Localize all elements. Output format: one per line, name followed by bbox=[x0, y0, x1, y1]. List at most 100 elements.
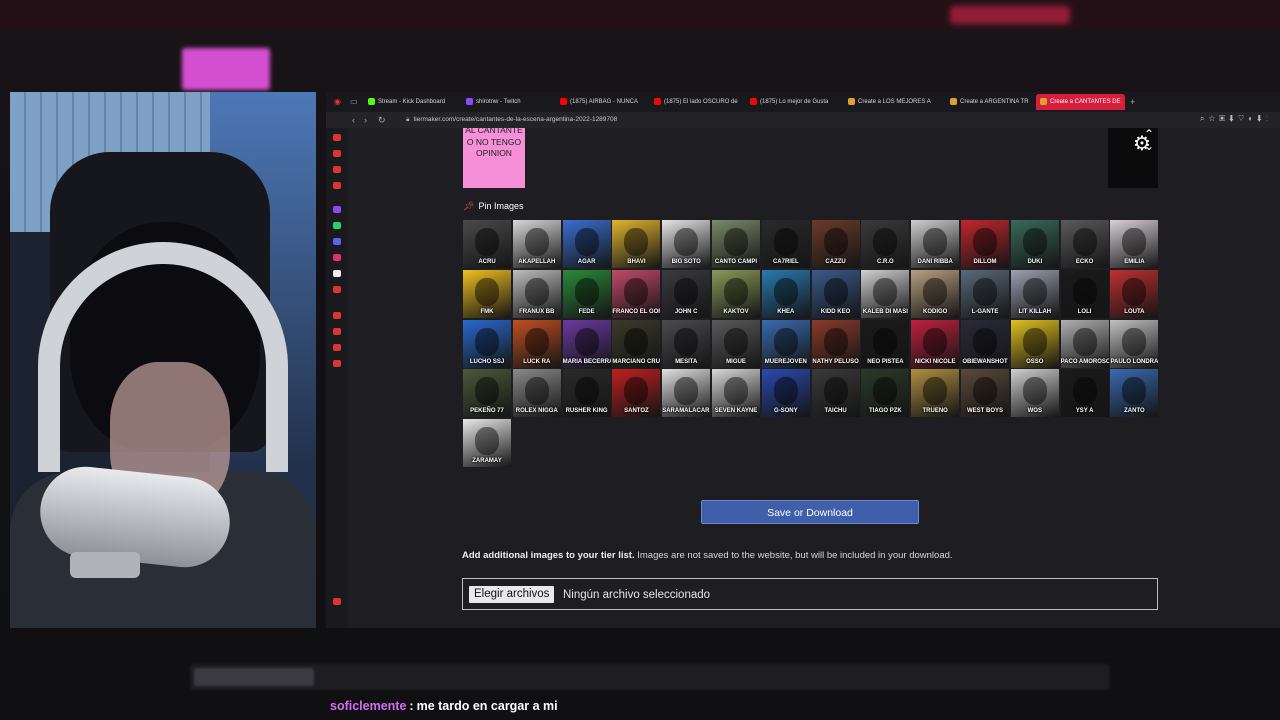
artist-tile[interactable]: G-SONY bbox=[761, 369, 810, 418]
tab-overview-icon[interactable]: ▭ bbox=[350, 94, 358, 110]
artist-tile[interactable]: MARCIANO CRUZ bbox=[612, 319, 661, 368]
artist-tile[interactable]: NATHY PELUSO bbox=[811, 319, 860, 368]
toolbar-icons[interactable]: ⌕☆▣⬇♡◐⬇⋮ bbox=[1200, 114, 1272, 124]
artist-tile[interactable]: NICKI NICOLE bbox=[911, 319, 960, 368]
sidebar-whatsapp-icon[interactable] bbox=[333, 222, 341, 229]
back-icon[interactable]: ‹ bbox=[352, 114, 355, 126]
artist-tile[interactable]: AKAPELLAH bbox=[512, 220, 561, 268]
artist-tile[interactable]: WEST BOYS bbox=[961, 369, 1009, 418]
artist-tile[interactable]: KIDD KEO bbox=[811, 269, 860, 318]
sidebar-settings-icon[interactable] bbox=[333, 312, 341, 319]
artist-tile[interactable]: MUEREJOVEN bbox=[761, 319, 810, 368]
artist-name: G-SONY bbox=[773, 408, 798, 415]
artist-tile[interactable]: ACRU bbox=[463, 220, 511, 268]
artist-name: CANTO CAMPI bbox=[714, 259, 758, 265]
artist-tile[interactable]: TIAGO PZK bbox=[861, 369, 910, 418]
artist-tile[interactable]: NEO PISTEA bbox=[861, 319, 910, 368]
artist-tile[interactable]: DILLOM bbox=[961, 220, 1009, 268]
artist-tile[interactable]: ECKO bbox=[1060, 220, 1109, 268]
sidebar-instagram-icon[interactable] bbox=[333, 254, 341, 261]
tab-7[interactable]: Create a ARGENTINA TR bbox=[950, 94, 1029, 110]
tab-1[interactable]: Stream - Kick Dashboard bbox=[368, 94, 445, 110]
artist-tile[interactable]: OSSO bbox=[1010, 319, 1059, 368]
artist-tile[interactable]: MIGUE bbox=[712, 319, 760, 368]
tier-label-pink[interactable]: AL CANTANTE O NO TENGO OPINION bbox=[463, 128, 525, 188]
artist-tile[interactable]: JOHN C bbox=[662, 269, 711, 318]
chevron-down-icon[interactable]: ⌄ bbox=[1144, 140, 1154, 152]
forward-icon[interactable]: › bbox=[364, 114, 367, 126]
artist-tile[interactable]: CANTO CAMPI bbox=[712, 220, 760, 268]
artist-tile[interactable]: MESITA bbox=[662, 319, 711, 368]
artist-tile[interactable]: SANTOZ bbox=[612, 369, 661, 418]
artist-tile[interactable]: AGAR bbox=[562, 220, 611, 268]
additional-images-heading: Add additional images to your tier list. bbox=[462, 550, 635, 561]
sidebar-bookmarks-icon[interactable] bbox=[333, 150, 341, 157]
sidebar-discord-icon[interactable] bbox=[333, 238, 341, 245]
artist-tile[interactable]: WOS bbox=[1010, 369, 1059, 418]
sidebar-history-icon[interactable] bbox=[333, 166, 341, 173]
sidebar-gear-icon[interactable] bbox=[333, 360, 341, 367]
artist-tile[interactable]: ZARAMAY bbox=[463, 419, 511, 468]
artist-tile[interactable]: KAKTOV bbox=[712, 269, 760, 318]
artist-tile[interactable]: BHAVI bbox=[612, 220, 661, 268]
artist-tile[interactable]: LOLI bbox=[1060, 269, 1109, 318]
artist-tile[interactable]: FMK bbox=[463, 269, 511, 318]
artist-tile[interactable]: CAZZU bbox=[811, 220, 860, 268]
artist-tile[interactable]: PAULO LONDRA bbox=[1110, 319, 1159, 368]
artist-tile[interactable]: RUSHER KING bbox=[562, 369, 611, 418]
sidebar-more-icon[interactable] bbox=[333, 598, 341, 605]
artist-photo bbox=[1022, 277, 1047, 306]
sidebar-notes-icon[interactable] bbox=[333, 344, 341, 351]
artist-tile[interactable]: MARIA BECERRA bbox=[562, 319, 611, 368]
browser-logo-icon[interactable]: ◉ bbox=[334, 94, 341, 110]
pin-images-toggle[interactable]: 📌︎ Pin Images bbox=[463, 200, 523, 212]
file-input[interactable]: Elegir archivos Ningún archivo seleccion… bbox=[462, 578, 1158, 610]
artist-tile[interactable]: ROLEX NIGGA bbox=[512, 369, 561, 418]
reload-icon[interactable]: ↻ bbox=[378, 114, 386, 126]
tab-2[interactable]: shirotnw - Twitch bbox=[466, 94, 521, 110]
artist-tile[interactable]: KODIGO bbox=[911, 269, 960, 318]
tab-8[interactable]: Create a CANTANTES DE bbox=[1036, 94, 1125, 110]
sidebar-tiktok-icon[interactable] bbox=[333, 270, 341, 277]
artist-tile[interactable]: TRUENO bbox=[911, 369, 960, 418]
artist-tile[interactable]: YSY A bbox=[1060, 369, 1109, 418]
artist-tile[interactable]: SARAMALACARA bbox=[662, 369, 711, 418]
artist-tile[interactable]: DUKI bbox=[1010, 220, 1059, 268]
artist-tile[interactable]: EMILIA bbox=[1110, 220, 1159, 268]
artist-tile[interactable]: PACO AMOROSO bbox=[1060, 319, 1109, 368]
artist-tile[interactable]: FRANCO EL GORGO bbox=[612, 269, 661, 318]
artist-tile[interactable]: KHEA bbox=[761, 269, 810, 318]
artist-tile[interactable]: L-GANTE bbox=[961, 269, 1009, 318]
artist-tile[interactable]: TAICHU bbox=[811, 369, 860, 418]
artist-tile[interactable]: ZANTO bbox=[1110, 369, 1159, 418]
address-bar[interactable]: 🔒︎ tiermaker.com/create/cantantes-de-la-e… bbox=[406, 115, 617, 125]
artist-tile[interactable]: SEVEN KAYNE bbox=[712, 369, 760, 418]
artist-tile[interactable]: FEDE bbox=[562, 269, 611, 318]
artist-tile[interactable]: FRANUX BB bbox=[512, 269, 561, 318]
artist-tile[interactable]: CA7RIEL bbox=[761, 220, 810, 268]
sidebar-speed-dial-icon[interactable] bbox=[333, 134, 341, 141]
choose-files-button[interactable]: Elegir archivos bbox=[469, 586, 555, 603]
sidebar-clock-icon[interactable] bbox=[333, 328, 341, 335]
artist-tile[interactable]: LOUTA bbox=[1110, 269, 1159, 318]
tab-4[interactable]: (1875) El lado OSCURO de bbox=[654, 94, 738, 110]
tab-3[interactable]: (1875) AIRBAG - NUNCA bbox=[560, 94, 638, 110]
artist-tile[interactable]: PEKEÑO 77 bbox=[463, 369, 511, 418]
artist-tile[interactable]: OBIEWANSHOT bbox=[961, 319, 1009, 368]
tab-6[interactable]: Create a LOS MEJORES A bbox=[848, 94, 931, 110]
artist-tile[interactable]: KALEB DI MASI bbox=[861, 269, 910, 318]
sidebar-player-icon[interactable] bbox=[333, 286, 341, 293]
artist-photo bbox=[1122, 327, 1147, 356]
artist-tile[interactable]: LUCK RA bbox=[512, 319, 561, 368]
save-or-download-button[interactable]: Save or Download bbox=[701, 500, 919, 524]
sidebar-twitch-icon[interactable] bbox=[333, 206, 341, 213]
artist-tile[interactable]: DANI RIBBA bbox=[911, 220, 960, 268]
artist-tile[interactable]: C.R.O bbox=[861, 220, 910, 268]
artist-tile[interactable]: LIT KILLAH bbox=[1010, 269, 1059, 318]
artist-name: TIAGO PZK bbox=[869, 408, 902, 415]
artist-tile[interactable]: BIG SOTO bbox=[662, 220, 711, 268]
artist-tile[interactable]: LUCHO SSJ bbox=[463, 319, 511, 368]
new-tab-button[interactable]: + bbox=[1130, 94, 1135, 110]
tab-5[interactable]: (1875) Lo mejor de Gusta bbox=[750, 94, 828, 110]
sidebar-downloads-icon[interactable] bbox=[333, 182, 341, 189]
